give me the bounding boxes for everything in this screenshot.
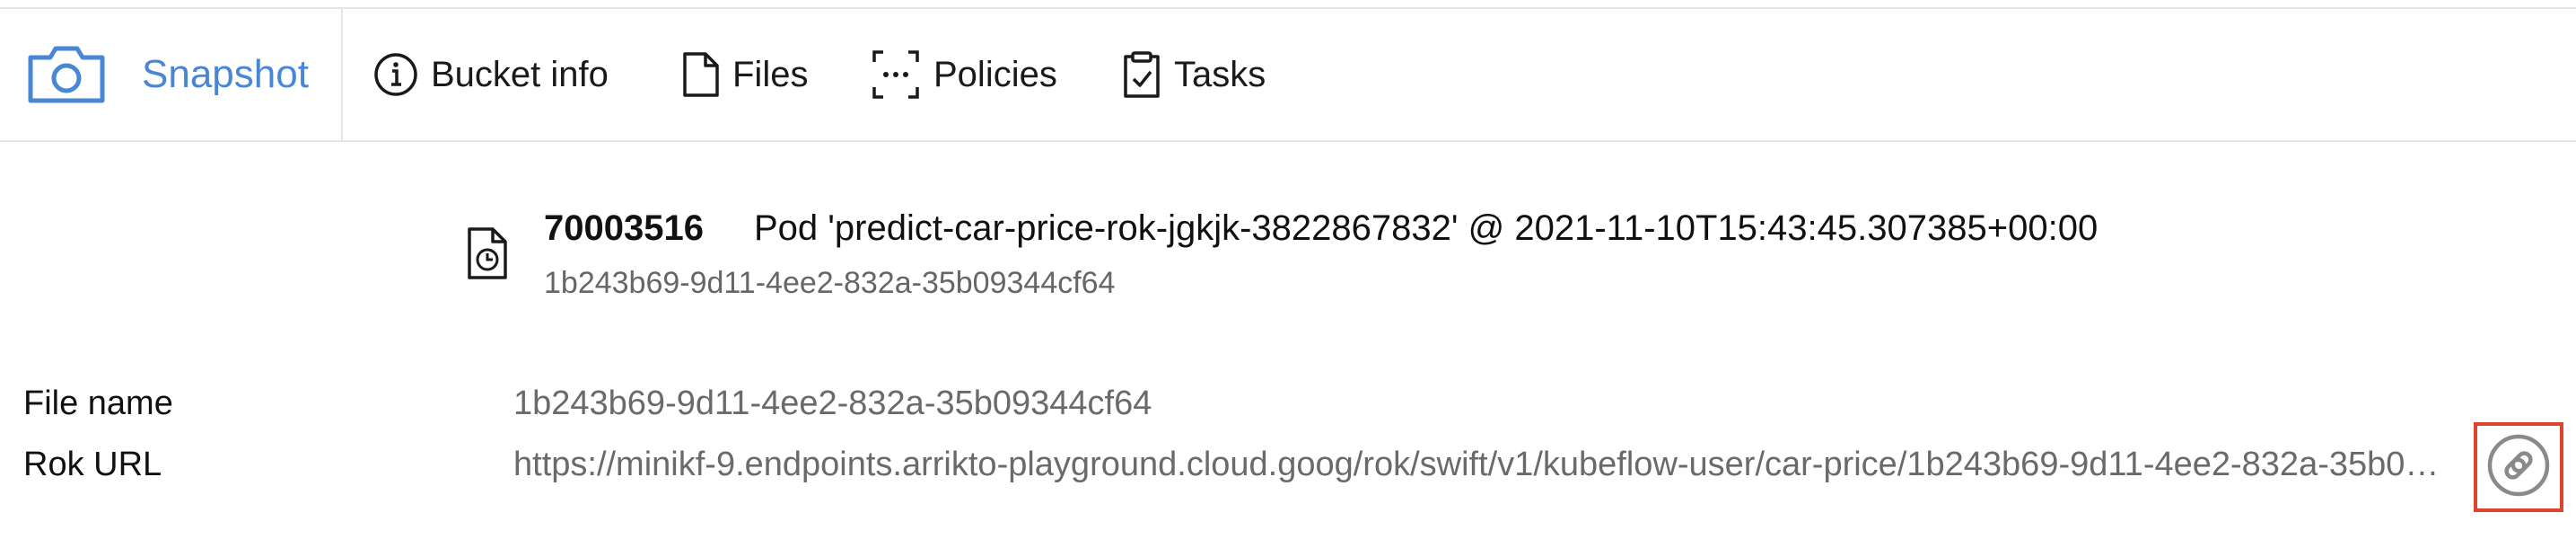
rok-url-label: Rok URL bbox=[23, 446, 162, 483]
tab-files[interactable]: Files bbox=[682, 9, 808, 140]
tab-bar: Snapshot Bucket info Files Policies Task… bbox=[0, 9, 2576, 142]
tab-policies[interactable]: Policies bbox=[871, 9, 1057, 140]
tab-tasks[interactable]: Tasks bbox=[1122, 9, 1266, 140]
snapshot-description: Pod 'predict-car-price-rok-jgkjk-3822867… bbox=[754, 208, 2098, 248]
camera-icon bbox=[27, 45, 106, 104]
info-icon bbox=[373, 52, 418, 97]
tab-label: Snapshot bbox=[142, 52, 309, 96]
tab-bucket-info[interactable]: Bucket info bbox=[373, 9, 609, 140]
file-name-value: 1b243b69-9d11-4ee2-832a-35b09344cf64 bbox=[513, 384, 1152, 422]
tab-label: Policies bbox=[933, 54, 1057, 94]
rok-url-value[interactable]: https://minikf-9.endpoints.arrikto-playg… bbox=[513, 446, 2443, 484]
tab-label: Bucket info bbox=[431, 54, 609, 94]
copy-link-button[interactable] bbox=[2474, 422, 2563, 512]
policies-icon bbox=[871, 49, 921, 100]
snapshot-id: 70003516 bbox=[544, 208, 704, 248]
file-name-label: File name bbox=[23, 384, 173, 422]
top-divider bbox=[0, 0, 2576, 9]
tab-snapshot[interactable]: Snapshot bbox=[27, 9, 343, 140]
snapshot-uuid: 1b243b69-9d11-4ee2-832a-35b09344cf64 bbox=[544, 266, 1116, 300]
snapshot-file-clock-icon bbox=[467, 226, 508, 285]
tasks-icon bbox=[1122, 50, 1161, 99]
tab-label: Files bbox=[732, 54, 809, 94]
tab-label: Tasks bbox=[1174, 54, 1266, 94]
file-icon bbox=[682, 51, 720, 98]
link-icon bbox=[2484, 431, 2553, 504]
